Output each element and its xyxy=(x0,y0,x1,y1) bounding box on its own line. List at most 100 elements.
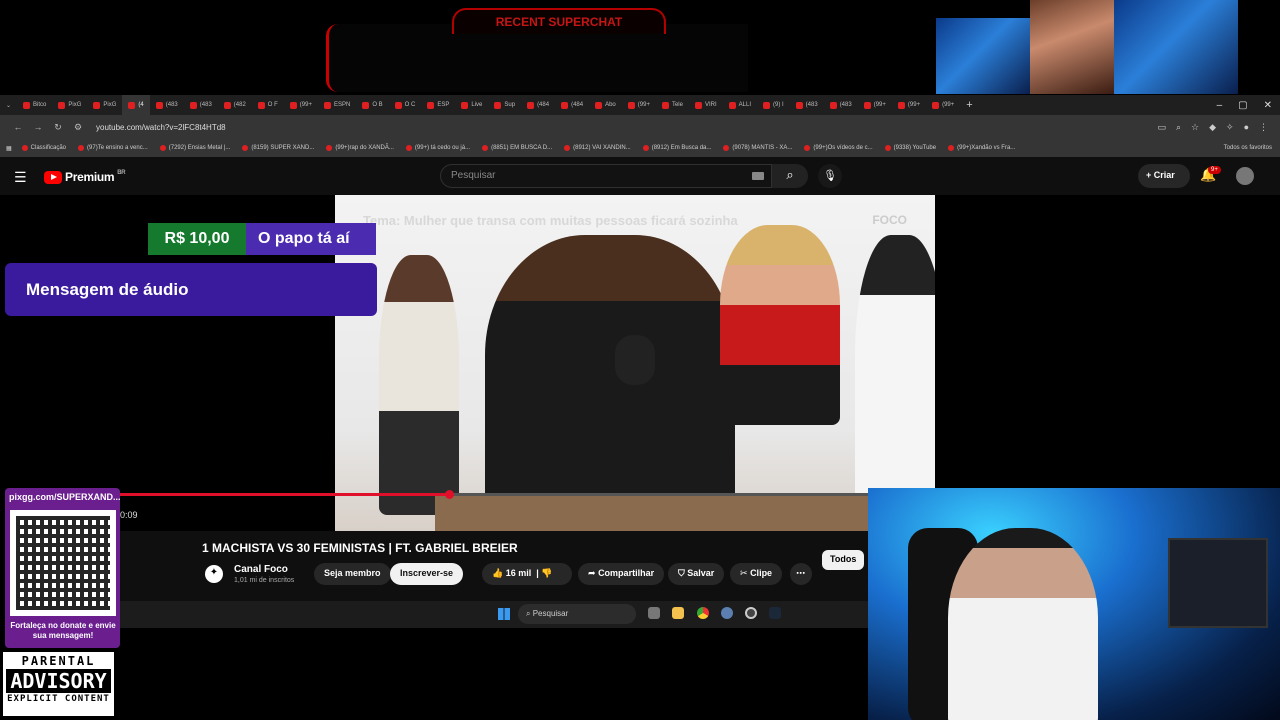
search-button[interactable]: ⌕ xyxy=(772,164,808,188)
minimize-icon[interactable]: – xyxy=(1217,100,1223,111)
tab-favicon-icon xyxy=(595,101,603,109)
share-button[interactable]: ➦ Compartilhar xyxy=(578,563,665,585)
back-icon[interactable]: ← xyxy=(8,122,28,132)
tab-favicon-icon xyxy=(494,101,502,109)
channel-name[interactable]: Canal Foco xyxy=(234,564,288,575)
tab-search-icon[interactable]: ⌄ xyxy=(0,95,17,115)
reload-icon[interactable]: ↻ xyxy=(48,122,68,133)
maximize-icon[interactable]: ▢ xyxy=(1238,100,1247,111)
bookmark-star-icon[interactable]: ☆ xyxy=(1191,122,1199,133)
close-icon[interactable]: ✕ xyxy=(1264,100,1272,111)
bookmark-item[interactable]: (8851) EM BUSCA D... xyxy=(482,145,552,151)
tab-label: O C xyxy=(404,102,416,108)
bookmark-item[interactable]: (99+) tá cedo ou já... xyxy=(405,145,470,151)
bookmark-item[interactable]: (99+)Xandão vs Fra... xyxy=(948,145,1015,151)
browser-tab[interactable]: PixG xyxy=(87,95,122,115)
thumbs-down-icon[interactable]: 👎 xyxy=(541,568,552,578)
keyboard-icon[interactable] xyxy=(752,172,764,180)
browser-tab[interactable]: (99+ xyxy=(284,95,318,115)
browser-tab[interactable]: ALLI xyxy=(723,95,757,115)
browser-tab[interactable]: O C xyxy=(389,95,422,115)
bookmark-label: (99+)Os vídeos de c... xyxy=(813,145,873,151)
steam-icon[interactable] xyxy=(769,607,781,619)
hamburger-menu-icon[interactable]: ☰ xyxy=(14,169,27,186)
settings-icon[interactable] xyxy=(721,607,733,619)
apps-icon[interactable]: ▦ xyxy=(6,145,12,152)
search-input[interactable]: Pesquisar xyxy=(440,164,772,188)
zoom-icon[interactable]: ⌕ xyxy=(1176,122,1181,133)
new-tab-button[interactable]: + xyxy=(960,99,978,111)
browser-tab[interactable]: (4 xyxy=(122,95,150,115)
profile-icon[interactable]: ● xyxy=(1244,122,1249,133)
browser-tab[interactable]: (484 xyxy=(555,95,589,115)
browser-tab[interactable]: (483 xyxy=(184,95,218,115)
file-explorer-icon[interactable] xyxy=(672,607,684,619)
bookmark-item[interactable]: (8159) SUPER XAND... xyxy=(242,145,314,151)
browser-tab[interactable]: PixG xyxy=(52,95,87,115)
video-person-center xyxy=(485,235,735,531)
browser-tab[interactable]: (484 xyxy=(521,95,555,115)
channel-avatar[interactable]: ✦ xyxy=(205,565,223,583)
puzzle-icon[interactable]: ✧ xyxy=(1226,122,1234,133)
browser-tab[interactable]: (483 xyxy=(824,95,858,115)
browser-tab[interactable]: Tele xyxy=(656,95,689,115)
browser-tab[interactable]: ESP xyxy=(421,95,455,115)
microphone-icon[interactable]: 🎙 xyxy=(818,164,842,188)
bookmark-item[interactable]: (97)Te ensino a venc... xyxy=(78,145,148,151)
browser-tab[interactable]: (99+ xyxy=(892,95,926,115)
bookmark-icon: ⛉ xyxy=(678,568,685,578)
menu-dots-icon[interactable]: ⋮ xyxy=(1259,122,1268,133)
thumbs-up-icon: 👍 xyxy=(492,568,504,578)
browser-tab[interactable]: (9) I xyxy=(757,95,790,115)
site-info-icon[interactable]: ⚙ xyxy=(68,122,88,133)
browser-tab[interactable]: (483 xyxy=(150,95,184,115)
video-player[interactable]: Tema: Mulher que transa com muitas pesso… xyxy=(335,195,935,531)
save-button[interactable]: ⛉ Salvar xyxy=(668,563,725,585)
tab-label: (99+ xyxy=(873,102,886,108)
join-button[interactable]: Seja membro xyxy=(314,563,391,585)
monitor xyxy=(1168,538,1268,628)
windows-start-icon[interactable] xyxy=(498,608,510,620)
bookmark-item[interactable]: Classificação xyxy=(21,145,66,151)
bookmark-item[interactable]: (99+)rap do XANDÃ... xyxy=(326,145,394,151)
create-button[interactable]: + Criar xyxy=(1138,164,1190,188)
taskbar-search[interactable]: ⌕ Pesquisar xyxy=(518,604,636,624)
browser-tab[interactable]: ESPN xyxy=(318,95,356,115)
bookmark-item[interactable]: (99+)Os vídeos de c... xyxy=(804,145,873,151)
like-button[interactable]: 👍 16 mil | 👎 xyxy=(482,563,572,585)
forward-icon[interactable]: → xyxy=(28,122,48,132)
browser-tab[interactable]: Abo xyxy=(589,95,622,115)
browser-tab[interactable]: (99+ xyxy=(858,95,892,115)
video-title: 1 MACHISTA VS 30 FEMINISTAS | FT. GABRIE… xyxy=(202,541,518,555)
extension-icon[interactable]: ◆ xyxy=(1209,122,1216,133)
browser-tab[interactable]: Live xyxy=(455,95,488,115)
browser-tab[interactable]: (483 xyxy=(790,95,824,115)
bookmark-item[interactable]: (7292) Ensias Metal |... xyxy=(159,145,230,151)
filter-chip-all[interactable]: Todos xyxy=(822,550,865,570)
all-bookmarks[interactable]: Todos os favoritos xyxy=(1224,145,1280,151)
bookmark-item[interactable]: (9078) MANTIS - XA... xyxy=(723,145,792,151)
browser-tab[interactable]: O B xyxy=(356,95,388,115)
url-field[interactable]: youtube.com/watch?v=2lFC8t4HTd8 xyxy=(96,123,226,132)
browser-tab[interactable]: O F xyxy=(252,95,284,115)
obs-icon[interactable] xyxy=(745,607,757,619)
browser-tab[interactable]: (99+ xyxy=(926,95,960,115)
browser-tab[interactable]: Sup xyxy=(488,95,521,115)
bookmark-item[interactable]: (9338) YouTube xyxy=(884,145,936,151)
avatar[interactable] xyxy=(1236,167,1254,185)
chrome-icon[interactable] xyxy=(697,607,709,619)
browser-tab[interactable]: (482 xyxy=(218,95,252,115)
clip-button[interactable]: ✂ Clipe xyxy=(730,563,783,585)
task-view-icon[interactable] xyxy=(648,607,660,619)
more-actions-button[interactable]: ⋯ xyxy=(790,563,812,585)
bookmark-item[interactable]: (8912) Em Busca da... xyxy=(642,145,711,151)
bookmark-item[interactable]: (8912) VAI XANDIN... xyxy=(564,145,631,151)
browser-tab[interactable]: VIRI xyxy=(689,95,723,115)
youtube-logo[interactable]: Premium BR xyxy=(44,170,126,184)
subscribe-button[interactable]: Inscrever-se xyxy=(390,563,464,585)
install-icon[interactable]: ▭ xyxy=(1157,122,1166,133)
streamer-webcam xyxy=(868,488,1280,720)
browser-tab[interactable]: Bitco xyxy=(17,95,52,115)
browser-tab[interactable]: (99+ xyxy=(622,95,656,115)
tab-label: Bitco xyxy=(33,102,47,108)
